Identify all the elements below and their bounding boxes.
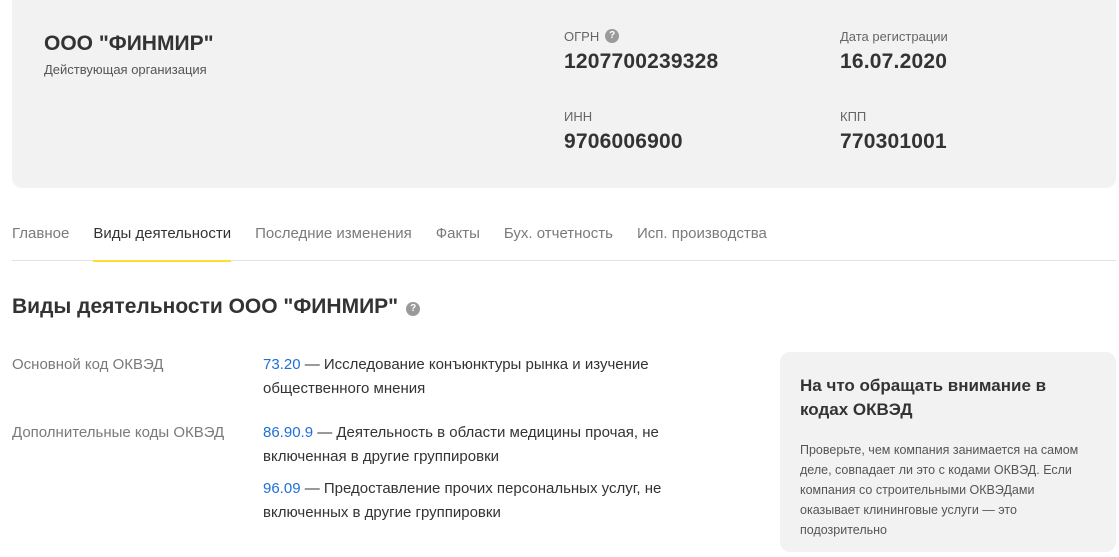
tab-activities[interactable]: Виды деятельности xyxy=(93,206,231,262)
company-status: Действующая организация xyxy=(44,62,207,77)
ogrn-label-text: ОГРН xyxy=(564,28,600,44)
okved-description: — Исследование конъюнктуры рынка и изуче… xyxy=(263,356,649,397)
okved-description: — Предоставление прочих персональных усл… xyxy=(263,480,662,521)
okved-description: — Деятельность в области медицины прочая… xyxy=(263,424,659,465)
section-title: Виды деятельности ООО "ФИНМИР" ? xyxy=(12,295,421,319)
help-icon[interactable]: ? xyxy=(605,29,620,43)
okved-code-link[interactable]: 73.20 xyxy=(263,356,301,373)
ogrn-label: ОГРН ? xyxy=(564,28,718,44)
kpp-label: КПП xyxy=(840,108,867,124)
kpp-field: КПП 770301001 xyxy=(840,108,947,154)
registration-date-label: Дата регистрации xyxy=(840,28,948,44)
tab-facts[interactable]: Факты xyxy=(436,206,480,261)
tab-recent-changes[interactable]: Последние изменения xyxy=(255,206,412,261)
tip-title: На что обращать внимание в кодах ОКВЭД xyxy=(800,376,1047,419)
tab-main[interactable]: Главное xyxy=(12,206,69,261)
ogrn-value: 1207700239328 xyxy=(564,50,719,73)
okved-tip-card: На что обращать внимание в кодах ОКВЭД П… xyxy=(780,352,1116,552)
okved-code-link[interactable]: 86.90.9 xyxy=(263,424,313,441)
section-title-text: Виды деятельности ООО "ФИНМИР" xyxy=(12,295,399,318)
main-okved-label: Основной код ОКВЭД xyxy=(12,356,164,373)
registration-date-value: 16.07.2020 xyxy=(840,50,948,73)
tab-accounting[interactable]: Бух. отчетность xyxy=(504,206,613,261)
tab-bar: Главное Виды деятельности Последние изме… xyxy=(12,206,1116,262)
inn-label: ИНН xyxy=(564,108,593,124)
kpp-value: 770301001 xyxy=(840,130,947,153)
inn-value: 9706006900 xyxy=(564,130,683,153)
inn-field: ИНН 9706006900 xyxy=(564,108,683,154)
ogrn-field: ОГРН ? 1207700239328 xyxy=(564,28,718,74)
registration-date-field: Дата регистрации 16.07.2020 xyxy=(840,28,948,74)
additional-okved-entry: 96.09 — Предоставление прочих персональн… xyxy=(263,477,703,525)
tab-enforcement[interactable]: Исп. производства xyxy=(637,206,767,261)
tip-text: Проверьте, чем компания занимается на са… xyxy=(800,443,1079,537)
additional-okved-label: Дополнительные коды ОКВЭД xyxy=(12,424,225,441)
main-okved-entry: 73.20 — Исследование конъюнктуры рынка и… xyxy=(263,353,703,401)
okved-code-link[interactable]: 96.09 xyxy=(263,480,301,497)
help-icon[interactable]: ? xyxy=(406,301,421,316)
company-header-card: ООО "ФИНМИР" Действующая организация ОГР… xyxy=(12,0,1116,188)
additional-okved-entry: 86.90.9 — Деятельность в области медицин… xyxy=(263,421,703,469)
company-name: ООО "ФИНМИР" xyxy=(44,32,214,55)
